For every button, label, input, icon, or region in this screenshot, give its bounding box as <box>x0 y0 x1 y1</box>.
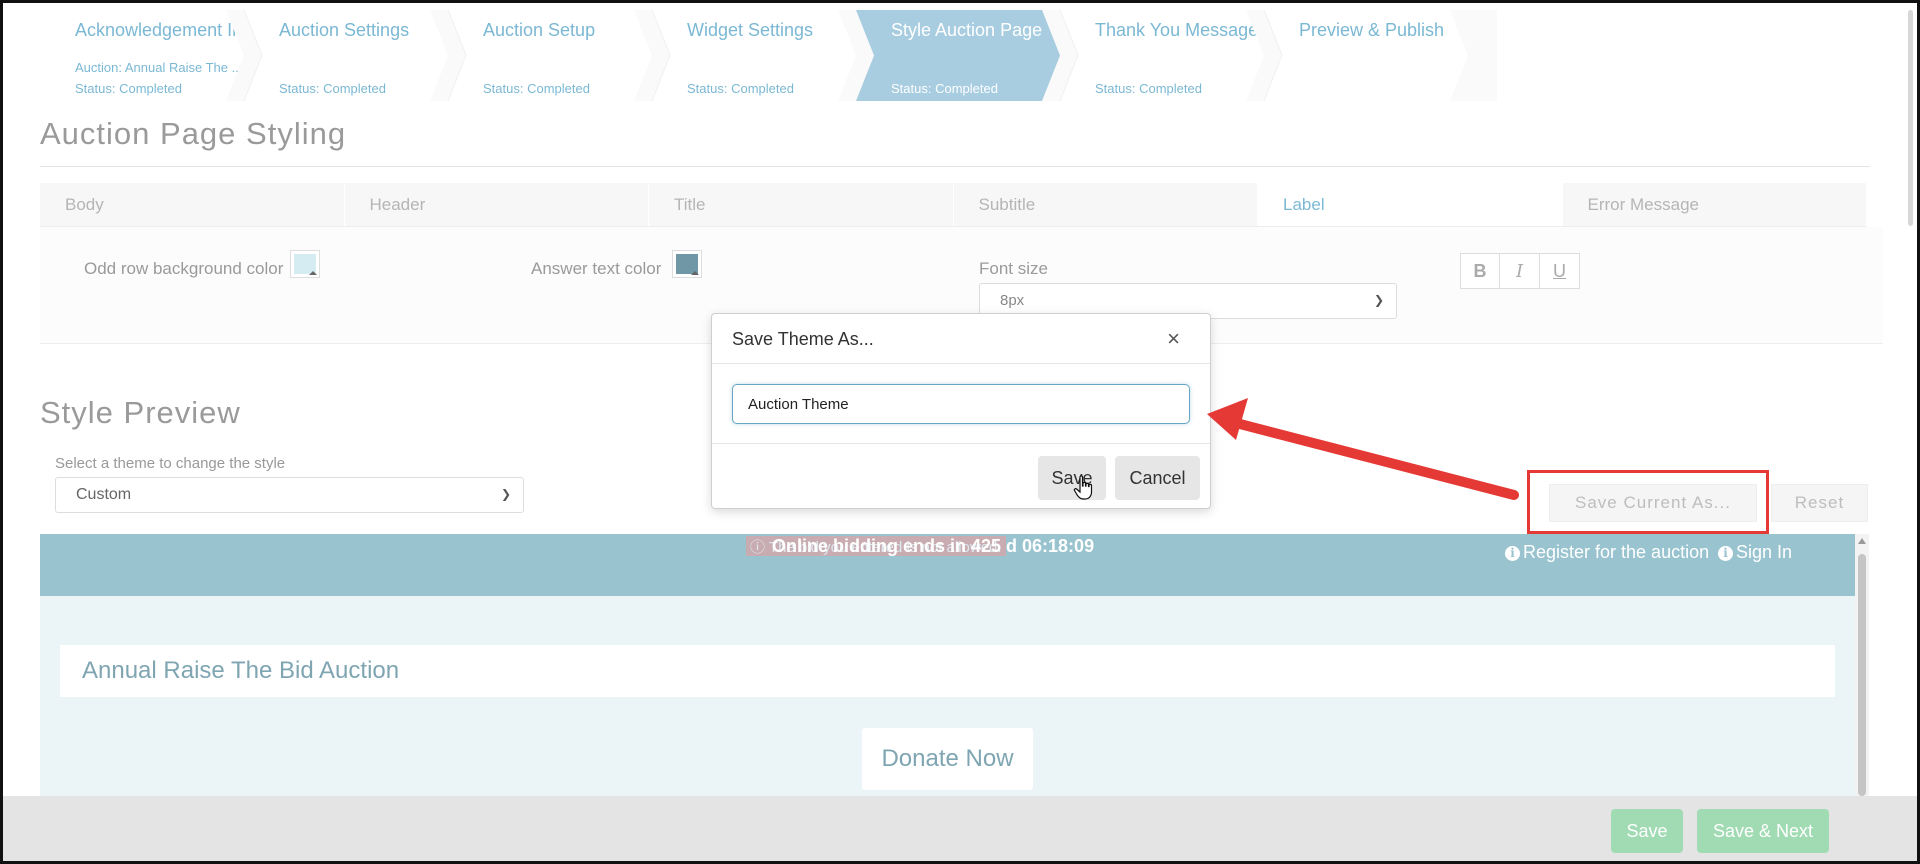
underline-button[interactable]: U <box>1540 253 1580 289</box>
dialog-save-button[interactable]: Save <box>1038 456 1106 500</box>
tab-title[interactable]: Title <box>649 183 954 226</box>
italic-button[interactable]: I <box>1500 253 1540 289</box>
bold-button[interactable]: B <box>1460 253 1500 289</box>
tab-subtitle[interactable]: Subtitle <box>954 183 1258 226</box>
preview-heading: Style Preview <box>40 395 241 430</box>
scroll-thumb[interactable] <box>1858 554 1866 796</box>
dialog-cancel-button[interactable]: Cancel <box>1115 456 1200 500</box>
sign-in-link-label: Sign In <box>1736 542 1793 562</box>
footer-save-button[interactable]: Save <box>1611 809 1683 853</box>
auction-title-card: Annual Raise The Bid Auction <box>60 645 1835 697</box>
theme-select-label: Select a theme to change the style <box>55 455 286 472</box>
register-link[interactable]: i Register for the auction <box>1505 542 1709 563</box>
register-link-label: Register for the auction <box>1523 542 1710 562</box>
scroll-up-arrow-icon[interactable] <box>1858 538 1866 544</box>
save-theme-dialog: Save Theme As... × Save Cancel <box>711 313 1211 509</box>
odd-row-color-label: Odd row background color <box>84 259 284 278</box>
info-icon: i <box>1505 546 1520 561</box>
tab-error-message[interactable]: Error Message <box>1563 183 1867 226</box>
caret-icon <box>309 271 317 275</box>
preview-scrollbar[interactable] <box>1855 534 1869 796</box>
divider <box>40 166 1870 167</box>
bidding-countdown: Online bidding ends in 425 d 06:18:09 <box>772 536 1095 556</box>
theme-select[interactable]: Custom ❯ <box>55 477 524 513</box>
theme-select-value: Custom <box>76 486 132 503</box>
theme-name-input[interactable] <box>732 384 1190 424</box>
dialog-header: Save Theme As... × <box>712 314 1210 364</box>
answer-text-color-label: Answer text color <box>531 259 662 278</box>
font-size-label: Font size <box>979 259 1048 278</box>
tab-label[interactable]: Label <box>1258 183 1563 226</box>
close-icon[interactable]: × <box>1167 326 1180 352</box>
auction-title: Annual Raise The Bid Auction <box>82 657 400 684</box>
font-size-value: 8px <box>1000 292 1025 309</box>
annotation-highlight-box <box>1527 470 1769 534</box>
dialog-title: Save Theme As... <box>732 329 874 349</box>
preview-header-bar: ⓘ The bid you entered is not allowed. On… <box>40 534 1855 596</box>
hand-cursor-icon <box>1073 475 1093 500</box>
info-icon: ⓘ <box>750 539 766 556</box>
wizard-separators <box>243 10 1283 101</box>
tab-body[interactable]: Body <box>40 183 345 226</box>
page-scrollbar[interactable] <box>1908 10 1913 226</box>
styling-heading: Auction Page Styling <box>40 116 347 151</box>
odd-row-color-picker[interactable] <box>290 250 320 278</box>
chevron-down-icon: ❯ <box>1373 293 1384 307</box>
chevron-down-icon: ❯ <box>500 487 511 501</box>
save-and-next-button[interactable]: Save & Next <box>1697 809 1829 853</box>
reset-button[interactable]: Reset <box>1771 484 1868 522</box>
text-format-group: B I U <box>1460 253 1580 289</box>
donate-now-button[interactable]: Donate Now <box>862 728 1033 790</box>
answer-text-color-picker[interactable] <box>672 250 702 278</box>
style-preview-area: ⓘ The bid you entered is not allowed. On… <box>40 534 1855 796</box>
sign-in-link[interactable]: i Sign In <box>1718 542 1792 563</box>
info-icon: i <box>1718 546 1733 561</box>
caret-icon <box>691 271 699 275</box>
tab-header[interactable]: Header <box>345 183 649 226</box>
styling-tabs: Body Header Title Subtitle Label Error M… <box>40 183 1867 227</box>
dialog-body <box>712 364 1210 444</box>
footer-bar: Save Save & Next <box>3 796 1917 861</box>
